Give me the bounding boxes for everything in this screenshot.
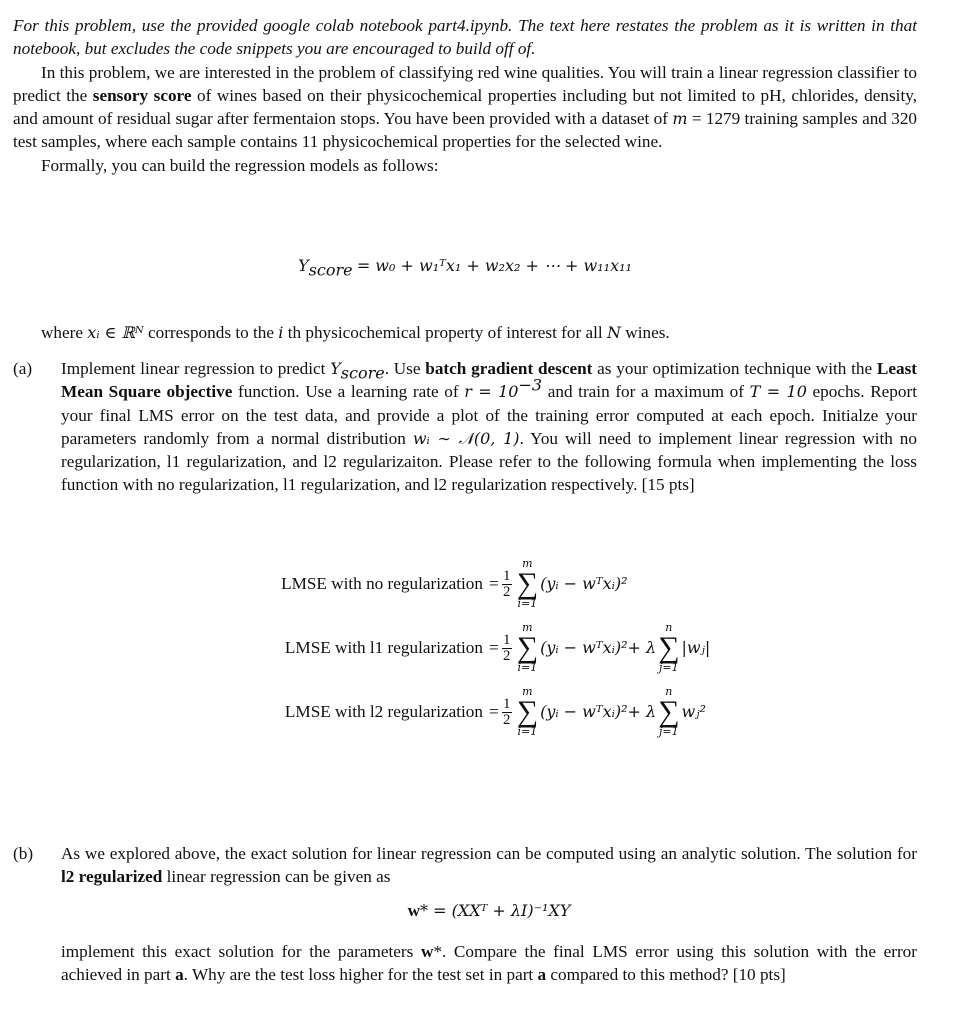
loss-body: (yᵢ − wᵀxᵢ)² — [540, 574, 628, 594]
closed-form-rhs: * = (XXᵀ + λI)⁻¹XY — [420, 900, 571, 920]
loss-body: (yᵢ − wᵀxᵢ)² — [540, 638, 628, 658]
loss-name: LMSE with l2 regularization — [284, 702, 483, 722]
math-learning-rate: r = 10 — [464, 382, 519, 402]
text-span: where — [41, 323, 88, 342]
sum-symbol: m ∑ i=1 — [516, 685, 539, 738]
math-epochs: T = 10 — [749, 382, 807, 402]
text-span: corresponds to the — [143, 323, 279, 342]
part-a-body: Implement linear regression to predict Y… — [61, 357, 917, 497]
problem-description: In this problem, we are interested in th… — [13, 61, 917, 154]
equation-lhs-subscript: score — [308, 260, 353, 280]
where-clause: where xᵢ ∈ ℝᴺ corresponds to the i th ph… — [41, 321, 670, 344]
frac-num: 1 — [502, 631, 511, 648]
text-span: function. Use a learning rate of — [232, 382, 465, 402]
reg-sum-symbol: n ∑ j=1 — [658, 685, 680, 738]
equals-sign: = — [489, 574, 499, 594]
part-a: (a) Implement linear regression to predi… — [13, 357, 917, 497]
math-var-N: N — [607, 323, 621, 342]
math-Y: Y — [330, 359, 341, 378]
reg-lambda: + λ — [627, 702, 657, 722]
math-x-in-RN: xᵢ ∈ ℝᴺ — [87, 323, 144, 342]
part-b-intro: As we explored above, the exact solution… — [61, 842, 917, 889]
math-var-m: m — [672, 109, 688, 129]
text-span: th physicochemical property of interest … — [283, 323, 607, 342]
equation-lhs: Y — [298, 256, 309, 275]
text-span: compared to this method? [10 pts] — [546, 965, 786, 985]
intro-note: For this problem, use the provided googl… — [13, 16, 917, 59]
math-exponent: −3 — [518, 375, 543, 395]
bold-term-sensory-score: sensory score — [92, 85, 192, 105]
fraction-half: 12 — [501, 567, 512, 600]
text-span: as your optimization technique with the — [592, 359, 877, 378]
frac-num: 1 — [502, 567, 511, 584]
loss-body: (yᵢ − wᵀxᵢ)² — [540, 702, 628, 722]
bold-ref-a: a — [537, 965, 547, 985]
text-span: Implement linear regression to predict — [61, 359, 331, 378]
text-span: As we explored above, the exact solution… — [61, 844, 917, 863]
text-span: and train for a maximum of — [542, 382, 750, 402]
part-b-question: implement this exact solution for the pa… — [61, 940, 917, 987]
sum-symbol: m ∑ i=1 — [516, 621, 539, 674]
document-page: For this problem, use the provided googl… — [13, 14, 917, 984]
equals-sign: = — [489, 702, 499, 722]
model-equation: Yscore = w₀ + w₁ᵀx₁ + w₂x₂ + ⋯ + w₁₁x₁₁ — [13, 254, 917, 280]
fraction-half: 12 — [501, 695, 512, 728]
reg-lambda: + λ — [627, 638, 657, 658]
sum-lower: i=1 — [517, 661, 538, 674]
bold-term-l2-regularized: l2 regularized — [61, 867, 163, 887]
part-b: (b) As we explored above, the exact solu… — [13, 842, 917, 986]
text-span: . Use — [384, 359, 426, 378]
loss-row-none: LMSE with no regularization = 12 m ∑ i=1 (… — [228, 552, 710, 616]
reg-sum-symbol: n ∑ j=1 — [658, 621, 680, 674]
math-w-bold: w — [407, 900, 420, 920]
sum-lower: j=1 — [659, 661, 679, 674]
bold-term-batch-gd: batch gradient descent — [425, 359, 593, 378]
math-Y-subscript: score — [340, 363, 385, 383]
loss-name: LMSE with no regularization — [281, 574, 483, 594]
frac-den: 2 — [502, 583, 511, 600]
formal-intro: Formally, you can build the regression m… — [41, 155, 439, 175]
part-b-label: (b) — [13, 844, 34, 863]
reg-body: wⱼ² — [681, 702, 706, 722]
reg-body: |wⱼ| — [681, 638, 711, 658]
sum-lower: i=1 — [517, 725, 538, 738]
text-span: wines. — [621, 323, 670, 342]
equation-rhs: = w₀ + w₁ᵀx₁ + w₂x₂ + ⋯ + w₁₁x₁₁ — [356, 256, 632, 275]
loss-row-l2: LMSE with l2 regularization = 12 m ∑ i=1 (… — [228, 680, 710, 744]
sum-lower: j=1 — [659, 725, 679, 738]
text-span: implement this exact solution for the pa… — [61, 941, 421, 961]
part-a-label: (a) — [13, 359, 33, 378]
loss-row-l1: LMSE with l1 regularization = 12 m ∑ i=1 (… — [228, 616, 710, 680]
math-normal-dist: wᵢ ∼ 𝒩(0, 1) — [412, 428, 520, 448]
sum-lower: i=1 — [517, 597, 538, 610]
loss-formulas: LMSE with no regularization = 12 m ∑ i=1 (… — [228, 552, 710, 744]
frac-den: 2 — [502, 711, 511, 728]
math-w-bold: w — [420, 941, 434, 961]
part-b-body: As we explored above, the exact solution… — [61, 842, 917, 986]
loss-name: LMSE with l1 regularization — [284, 638, 483, 658]
equals-sign: = — [489, 638, 499, 658]
frac-den: 2 — [502, 647, 511, 664]
text-span: . Why are the test loss higher for the t… — [183, 965, 538, 985]
bold-ref-a: a — [175, 965, 184, 985]
text-span: linear regression can be given as — [162, 867, 391, 887]
fraction-half: 12 — [501, 631, 512, 664]
sum-symbol: m ∑ i=1 — [516, 557, 539, 610]
closed-form-equation: w* = (XXᵀ + λI)⁻¹XY — [61, 899, 917, 922]
frac-num: 1 — [502, 695, 511, 712]
